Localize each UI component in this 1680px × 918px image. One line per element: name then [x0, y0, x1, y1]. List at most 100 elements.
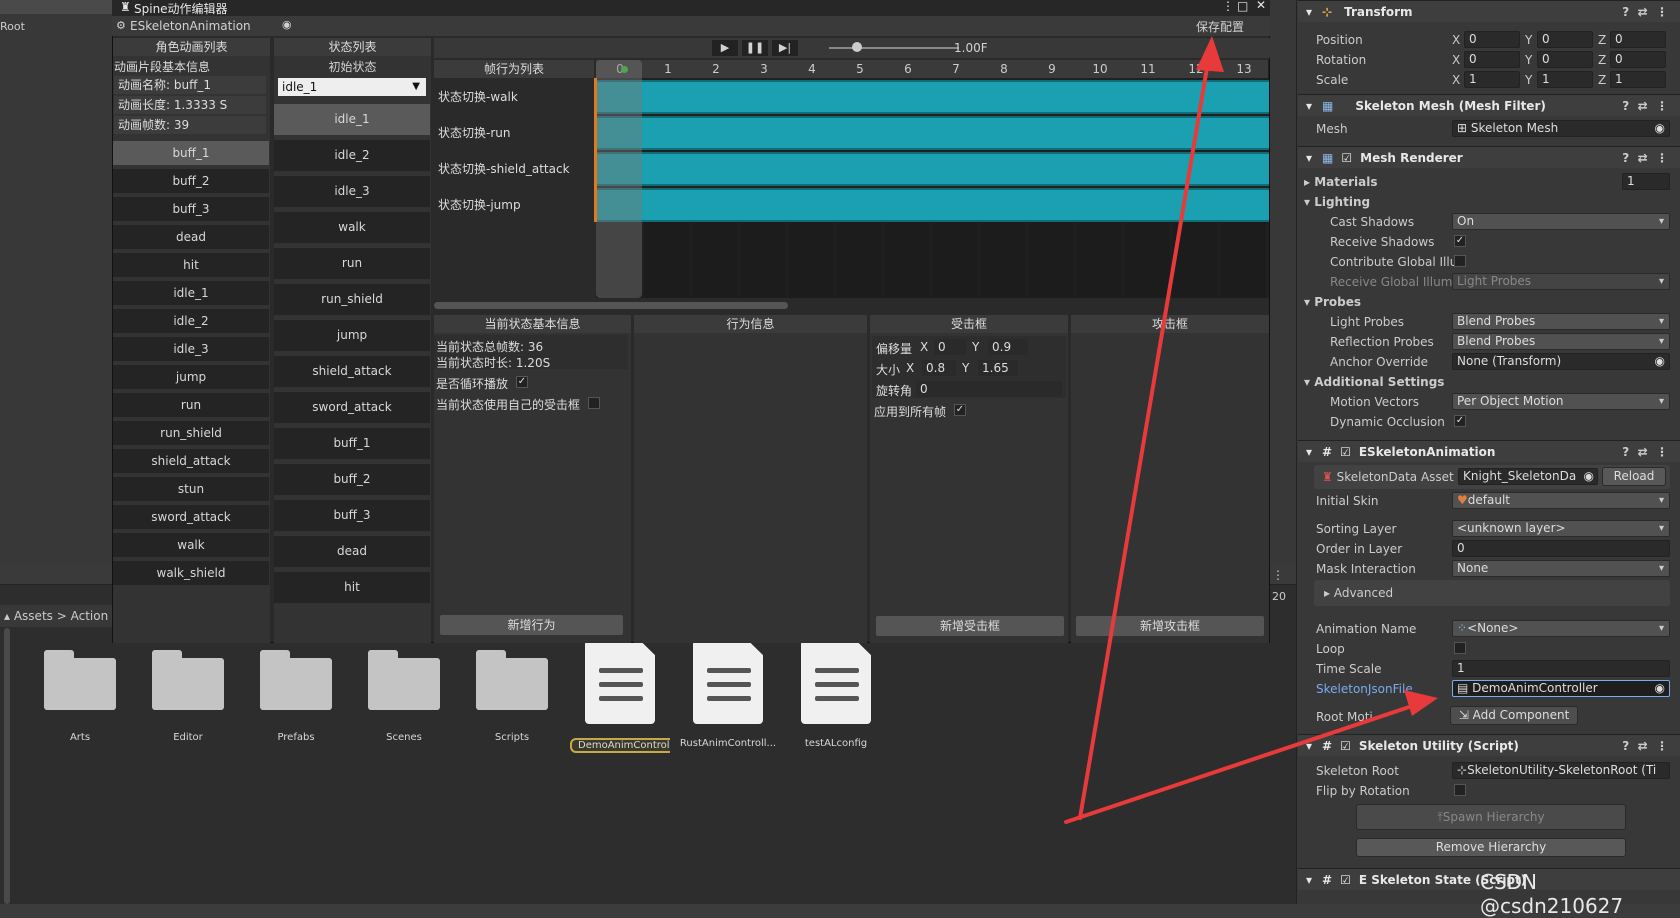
track-name[interactable]: 状态切换-run [434, 116, 594, 150]
track-bar[interactable] [596, 188, 1269, 222]
add-behavior-button[interactable]: 新增行为 [440, 615, 623, 635]
animation-item[interactable]: run_shield [113, 421, 269, 445]
mask-interaction-select[interactable]: None [1452, 560, 1670, 577]
track-name[interactable]: 状态切换-shield_attack [434, 152, 594, 186]
frame-cell[interactable] [1076, 222, 1122, 298]
advanced-label[interactable]: ▸ Advanced [1324, 586, 1393, 600]
apply-all-checkbox[interactable]: ✓ [954, 404, 966, 416]
crumb-action[interactable]: Action [71, 609, 109, 623]
probes-label[interactable]: ▾ Probes [1304, 295, 1361, 309]
mesh-filter-header[interactable]: ▾ ▦ Skeleton Mesh (Mesh Filter)? ⇄ ⋮ [1298, 94, 1680, 116]
project-scrollbar[interactable] [4, 628, 10, 904]
asset-item[interactable]: Scripts [462, 640, 562, 765]
frame-number[interactable]: 5 [836, 60, 884, 78]
asset-item[interactable]: Arts [30, 640, 130, 765]
dynamic-occlusion-checkbox[interactable]: ✓ [1454, 415, 1466, 427]
play-icon[interactable]: ▶ [712, 40, 738, 56]
track-bar[interactable] [596, 80, 1269, 114]
rotation-x-input[interactable]: 0 [1464, 51, 1520, 68]
animation-item[interactable]: buff_2 [113, 169, 269, 193]
eskeletonanimation-header[interactable]: ▾ # ☑ ESkeletonAnimation? ⇄ ⋮ [1298, 440, 1680, 462]
rotation-y-input[interactable]: 0 [1537, 51, 1593, 68]
frame-number[interactable]: 10 [1076, 60, 1124, 78]
animation-item[interactable]: buff_3 [113, 197, 269, 221]
own-hitbox-checkbox[interactable] [588, 397, 600, 409]
timeline-scrollbar[interactable] [434, 302, 788, 309]
animation-item[interactable]: buff_1 [113, 141, 269, 165]
animation-item[interactable]: walk [113, 533, 269, 557]
asset-item[interactable]: RustAnimControll... [678, 640, 778, 765]
rotation-input[interactable]: 0 [916, 381, 1062, 397]
frame-number[interactable]: 2 [692, 60, 740, 78]
track-bar[interactable] [596, 152, 1269, 186]
skeleton-utility-header[interactable]: ▾ # ☑ Skeleton Utility (Script)? ⇄ ⋮ [1298, 734, 1680, 756]
speed-slider[interactable] [829, 47, 959, 49]
position-x-input[interactable]: 0 [1464, 31, 1520, 48]
scale-x-input[interactable]: 1 [1464, 71, 1520, 88]
track-name[interactable]: 状态切换-walk [434, 80, 594, 114]
mesh-renderer-header[interactable]: ▾ ▦ ☑ Mesh Renderer? ⇄ ⋮ [1298, 146, 1680, 168]
state-item[interactable]: sword_attack [274, 392, 430, 423]
object-picker-icon[interactable]: ◉ [1655, 121, 1665, 136]
add-hitbox-button[interactable]: 新增受击框 [876, 616, 1064, 636]
frame-cell[interactable] [788, 222, 834, 298]
state-item[interactable]: buff_3 [274, 500, 430, 531]
size-x-input[interactable]: 0.8 [922, 360, 956, 376]
object-picker-icon[interactable]: ◉ [1655, 354, 1665, 369]
animation-item[interactable]: hit [113, 253, 269, 277]
frame-cell[interactable] [1172, 222, 1218, 298]
reload-button[interactable]: Reload [1602, 467, 1666, 486]
frame-number[interactable]: 9 [1028, 60, 1076, 78]
kebab-menu-icon[interactable]: ⋮ [1272, 568, 1284, 582]
frame-cell[interactable] [932, 222, 978, 298]
sorting-layer-select[interactable]: <unknown layer> [1452, 520, 1670, 537]
asset-item[interactable]: Editor [138, 640, 238, 765]
frame-number[interactable]: 6 [884, 60, 932, 78]
frame-number[interactable]: 12 [1172, 60, 1220, 78]
animation-item[interactable]: jump [113, 365, 269, 389]
loop-checkbox[interactable] [1454, 642, 1466, 654]
renderer-enabled-icon[interactable]: ☑ [1341, 151, 1352, 165]
step-forward-icon[interactable]: ▶| [772, 40, 798, 56]
frame-cell[interactable] [644, 222, 690, 298]
order-in-layer-input[interactable]: 0 [1452, 540, 1670, 557]
add-attack-box-button[interactable]: 新增攻击框 [1076, 616, 1264, 636]
animation-item[interactable]: walk_shield [113, 561, 269, 585]
animation-name-select[interactable]: ⁘<None> [1452, 620, 1670, 637]
position-z-input[interactable]: 0 [1610, 31, 1666, 48]
animation-item[interactable]: stun [113, 477, 269, 501]
asset-item[interactable]: Prefabs [246, 640, 346, 765]
frame-cell[interactable] [980, 222, 1026, 298]
frame-cell[interactable] [884, 222, 930, 298]
state-item[interactable]: run_shield [274, 284, 430, 315]
transform-header[interactable]: ▾ ⊹ Transform? ⇄ ⋮ [1298, 0, 1680, 22]
window-menu-icon[interactable]: ⋮ [1222, 0, 1234, 13]
frame-number[interactable]: 13 [1220, 60, 1268, 78]
animation-item[interactable]: idle_2 [113, 309, 269, 333]
motion-vectors-select[interactable]: Per Object Motion [1452, 393, 1670, 410]
asset-item[interactable]: testALconfig [786, 640, 886, 765]
state-item[interactable]: jump [274, 320, 430, 351]
reflection-probes-select[interactable]: Blend Probes [1452, 333, 1670, 350]
frame-cell[interactable] [1124, 222, 1170, 298]
skeleton-root-field[interactable]: ⊹SkeletonUtility-SkeletonRoot (Ti [1452, 762, 1670, 779]
playhead[interactable] [596, 60, 642, 298]
hierarchy-root[interactable]: Root [0, 20, 25, 33]
state-item[interactable]: hit [274, 572, 430, 603]
target-icon[interactable]: ◉ [282, 18, 292, 31]
lighting-label[interactable]: ▾ Lighting [1304, 195, 1370, 209]
initial-state-select[interactable]: idle_1 ▼ [278, 78, 426, 96]
offset-y-input[interactable]: 0.9 [988, 339, 1028, 355]
frame-number[interactable]: 7 [932, 60, 980, 78]
asset-item[interactable]: Scenes [354, 640, 454, 765]
asset-item[interactable]: DemoAnimControl... [570, 640, 670, 765]
component-menu-icon[interactable]: ? ⇄ ⋮ [1622, 1, 1668, 23]
object-picker-icon[interactable]: ◉ [1655, 681, 1665, 696]
frame-cell[interactable] [836, 222, 882, 298]
receive-shadows-checkbox[interactable]: ✓ [1454, 235, 1466, 247]
animation-item[interactable]: run [113, 393, 269, 417]
state-item[interactable]: walk [274, 212, 430, 243]
component-enabled-icon[interactable]: ☑ [1340, 445, 1351, 459]
animation-item[interactable]: idle_3 [113, 337, 269, 361]
rotation-z-input[interactable]: 0 [1610, 51, 1666, 68]
